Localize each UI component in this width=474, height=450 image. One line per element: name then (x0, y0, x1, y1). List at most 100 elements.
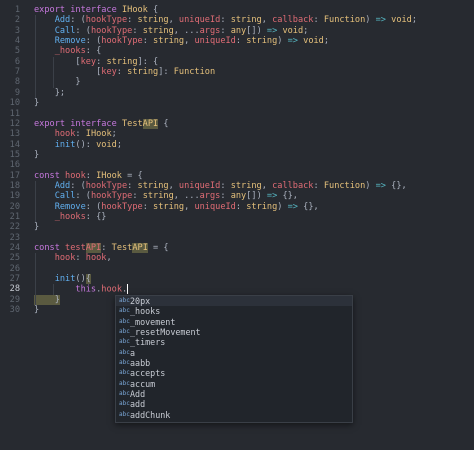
line-number: 16 (9, 160, 20, 171)
suggestion-item[interactable]: abc accepts (116, 368, 352, 378)
suggestion-item[interactable]: abc _movement (116, 317, 352, 327)
code-line[interactable]: 26 (0, 264, 474, 274)
code-line[interactable]: 18 Add: (hookType: string, uniqueId: str… (0, 181, 474, 191)
code-token: hookType (85, 15, 128, 26)
indent-guide (53, 56, 54, 88)
code-line[interactable]: 22} (0, 222, 474, 232)
code-token: => (287, 201, 298, 212)
suggestion-item[interactable]: abc 20px (116, 296, 352, 307)
code-line[interactable]: 9 }; (0, 88, 474, 98)
suggestion-label: Add (130, 389, 146, 400)
code-token: => (287, 36, 298, 47)
code-token: : (235, 36, 247, 47)
suggestion-item[interactable]: abc a (116, 348, 352, 358)
code-line[interactable]: 15} (0, 150, 474, 160)
code-token: Function (323, 15, 366, 26)
code-token: = { (147, 243, 169, 254)
code-line[interactable]: 4 Remove: (hookType: string, uniqueId: s… (0, 36, 474, 46)
line-number: 13 (9, 129, 20, 140)
suggestion-item[interactable]: abc add (116, 399, 352, 409)
line-code: } (34, 222, 39, 232)
code-token: void (385, 15, 412, 26)
text-kind-icon: abc (119, 348, 130, 356)
code-line[interactable]: 28 this.hook. (0, 284, 474, 295)
code-token: => (266, 25, 278, 36)
text-kind-icon: abc (119, 359, 130, 367)
suggestion-item[interactable]: abc aabb (116, 358, 352, 368)
code-token: string (153, 201, 185, 212)
line-number: 30 (9, 305, 20, 316)
suggestion-item[interactable]: abc _timers (116, 337, 352, 347)
code-line[interactable]: 1 export interface IHook { (0, 5, 474, 15)
code-line[interactable]: 21 _hooks: {} (0, 212, 474, 222)
code-token: IHook (85, 129, 112, 140)
autocomplete-popup[interactable]: abc 20px abc _hooks abc _movement abc _resetMov… (115, 295, 353, 423)
code-line[interactable]: 2 Add: (hookType: string, uniqueId: stri… (0, 15, 474, 25)
line-code: } (34, 150, 39, 160)
code-line[interactable]: 24 const testAPI: TestAPI = { (0, 243, 474, 254)
code-line[interactable]: 23 (0, 233, 474, 243)
line-number: 7 (14, 67, 20, 78)
line-number: 4 (14, 36, 20, 47)
code-token: callback (272, 180, 314, 191)
code-token: IHook (96, 170, 122, 181)
text-cursor (127, 284, 129, 295)
code-line[interactable]: 19 Call: (hookType: string, ...args: any… (0, 191, 474, 201)
code-token: Add (34, 15, 71, 26)
code-token: any (230, 191, 247, 202)
line-number: 17 (9, 170, 20, 181)
code-token: Test (111, 243, 133, 254)
code-line[interactable]: 3 Call: (hookType: string, ...args: any[… (0, 26, 474, 36)
code-token: string (137, 180, 169, 191)
code-token: : (132, 191, 143, 202)
suggestion-item[interactable]: abc accum (116, 379, 352, 389)
code-token: Remove (34, 201, 86, 212)
code-token: [ (34, 67, 102, 78)
code-token: : (127, 180, 138, 191)
code-token: string (230, 15, 262, 26)
code-token: key (80, 56, 97, 67)
suggestion-item[interactable]: abc Add (116, 389, 352, 399)
code-token: : (142, 201, 154, 212)
line-number: 23 (9, 232, 20, 243)
line-number: 6 (14, 56, 20, 67)
code-token: ; (111, 129, 117, 140)
line-number: 29 (9, 294, 20, 305)
code-token: hookType (101, 201, 143, 212)
code-line[interactable]: 20 Remove: (hookType: string, uniqueId: … (0, 202, 474, 212)
line-code: init(): void; (34, 140, 122, 150)
code-line[interactable]: 25 hook: hook, (0, 253, 474, 263)
code-line[interactable]: 17 const hook: IHook = { (0, 171, 474, 181)
line-number: 8 (14, 77, 20, 88)
code-line[interactable]: 13 hook: IHook; (0, 129, 474, 139)
code-line[interactable]: 10} (0, 98, 474, 108)
suggestion-item[interactable]: abc addChunk (116, 410, 352, 420)
suggestion-item[interactable]: abc _hooks (116, 306, 352, 316)
suggestion-label: a (130, 347, 136, 358)
code-token: => (266, 191, 278, 202)
code-line[interactable]: 14 init(): void; (0, 140, 474, 150)
code-token: key (101, 67, 117, 78)
code-token: []) (246, 191, 267, 202)
suggestion-item[interactable]: abc _resetMovement (116, 327, 352, 337)
code-line[interactable]: 7 [key: string]: Function (0, 67, 474, 77)
code-token: Function (323, 180, 366, 191)
suggestion-label: _hooks (130, 306, 161, 317)
code-line[interactable]: 5 _hooks: { (0, 46, 474, 56)
code-token: : (75, 129, 86, 140)
code-line[interactable]: 12 export interface TestAPI { (0, 118, 474, 129)
code-line[interactable]: 27 init(){ (0, 274, 474, 285)
code-line[interactable]: 11 (0, 109, 474, 119)
code-line[interactable]: 6 [key: string]: { (0, 57, 474, 67)
suggestion-label: 20px (130, 296, 151, 306)
code-token: } (34, 294, 60, 305)
line-code: init(){ (34, 274, 91, 285)
code-token: any (230, 25, 247, 36)
code-line[interactable]: 16 (0, 160, 474, 170)
code-editor[interactable]: 1 export interface IHook {2 Add: (hookTyp… (0, 0, 474, 450)
code-token: : (235, 201, 247, 212)
code-token: uniqueId (178, 180, 221, 191)
code-token: : (142, 36, 154, 47)
code-line[interactable]: 8 } (0, 77, 474, 87)
code-token: void (297, 36, 324, 47)
